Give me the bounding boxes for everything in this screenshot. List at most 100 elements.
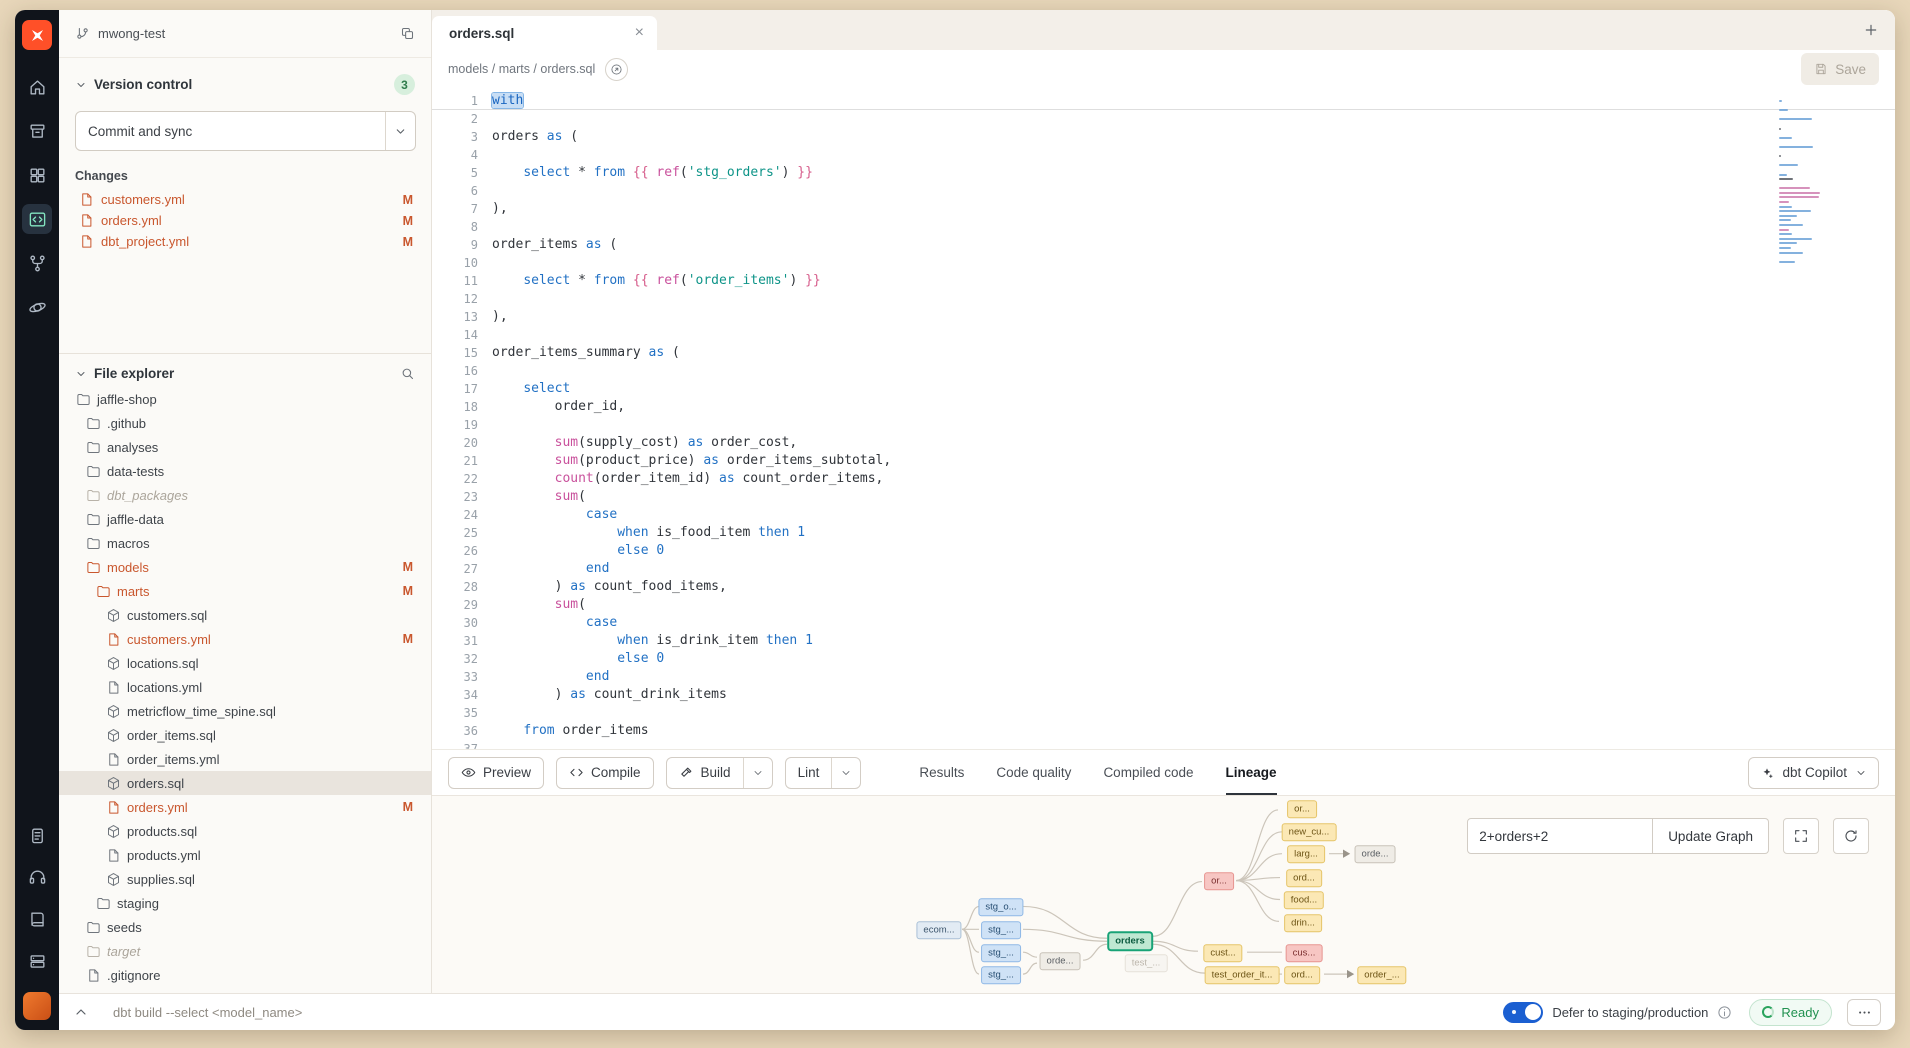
dbt-copilot-button[interactable]: dbt Copilot [1748, 757, 1879, 789]
tree-item-macros[interactable]: macros [59, 531, 431, 555]
code-line-34[interactable]: 34 ) as count_drink_items [432, 686, 1895, 704]
build-button[interactable]: Build [666, 757, 773, 789]
commit-and-sync-button[interactable]: Commit and sync [75, 111, 416, 151]
lineage-node-test_[interactable]: test_... [1125, 954, 1168, 972]
code-line-37[interactable]: 37 [432, 740, 1895, 749]
lineage-node-orders[interactable]: orders [1108, 932, 1152, 950]
lineage-node-stg_o[interactable]: stg_o... [978, 898, 1023, 916]
lineage-node-larg[interactable]: larg... [1287, 845, 1325, 863]
tree-item-orders.yml[interactable]: orders.ymlM [59, 795, 431, 819]
lineage-node-new_cu[interactable]: new_cu... [1282, 823, 1337, 841]
tree-item-dbt_packages[interactable]: dbt_packages [59, 483, 431, 507]
lineage-node-orde[interactable]: orde... [1040, 952, 1081, 970]
tree-item-metricflow_time_spine.sql[interactable]: metricflow_time_spine.sql [59, 699, 431, 723]
tree-item-jaffle-shop[interactable]: jaffle-shop [59, 387, 431, 411]
code-line-24[interactable]: 24 case [432, 506, 1895, 524]
command-input[interactable]: dbt build --select <model_name> [113, 1005, 302, 1020]
changed-file-customers.yml[interactable]: customers.ymlM [59, 189, 431, 210]
code-line-17[interactable]: 17 select [432, 380, 1895, 398]
dbt-logo[interactable] [22, 20, 52, 50]
server-icon[interactable] [22, 946, 52, 976]
code-editor[interactable]: 1with23orders as (45 select * from {{ re… [432, 88, 1895, 749]
file-explorer-header[interactable]: File explorer [59, 358, 431, 387]
code-line-21[interactable]: 21 sum(product_price) as order_items_sub… [432, 452, 1895, 470]
tree-item-products.yml[interactable]: products.yml [59, 843, 431, 867]
tree-item-marts[interactable]: martsM [59, 579, 431, 603]
refresh-button[interactable] [1833, 818, 1869, 854]
code-line-26[interactable]: 26 else 0 [432, 542, 1895, 560]
code-line-33[interactable]: 33 end [432, 668, 1895, 686]
tree-item-order_items.yml[interactable]: order_items.yml [59, 747, 431, 771]
lineage-node-stg_[interactable]: stg_... [981, 966, 1021, 984]
tree-item-locations.sql[interactable]: locations.sql [59, 651, 431, 675]
tab-compiled-code[interactable]: Compiled code [1103, 750, 1193, 795]
lineage-node-cus[interactable]: cus... [1286, 944, 1323, 962]
link-icon[interactable] [605, 58, 628, 81]
book-icon[interactable] [22, 904, 52, 934]
code-line-20[interactable]: 20 sum(supply_cost) as order_cost, [432, 434, 1895, 452]
lineage-node-or[interactable]: or... [1204, 872, 1234, 890]
copy-icon[interactable] [400, 26, 415, 41]
tree-item-customers.yml[interactable]: customers.ymlM [59, 627, 431, 651]
commit-dropdown-chevron[interactable] [385, 112, 415, 150]
code-line-9[interactable]: 9order_items as ( [432, 236, 1895, 254]
code-line-6[interactable]: 6 [432, 182, 1895, 200]
lineage-node-stg_[interactable]: stg_... [981, 944, 1021, 962]
tree-item-customers.sql[interactable]: customers.sql [59, 603, 431, 627]
info-icon[interactable] [1717, 1005, 1732, 1020]
update-graph-button[interactable]: Update Graph [1653, 818, 1769, 854]
tree-item-target[interactable]: target [59, 939, 431, 963]
code-line-14[interactable]: 14 [432, 326, 1895, 344]
tab-code-quality[interactable]: Code quality [996, 750, 1071, 795]
changed-file-orders.yml[interactable]: orders.ymlM [59, 210, 431, 231]
headset-icon[interactable] [22, 862, 52, 892]
tree-item-.github[interactable]: .github [59, 411, 431, 435]
close-icon[interactable]: × [635, 24, 644, 42]
code-line-25[interactable]: 25 when is_food_item then 1 [432, 524, 1895, 542]
code-line-36[interactable]: 36 from order_items [432, 722, 1895, 740]
code-line-13[interactable]: 13), [432, 308, 1895, 326]
lineage-node-ord[interactable]: ord... [1286, 869, 1322, 887]
lineage-panel[interactable]: ecom...stg_o...stg_...stg_...stg_...orde… [432, 795, 1895, 993]
tree-item-data-tests[interactable]: data-tests [59, 459, 431, 483]
build-dropdown-chevron[interactable] [743, 758, 772, 788]
save-button[interactable]: Save [1801, 53, 1879, 85]
code-line-31[interactable]: 31 when is_drink_item then 1 [432, 632, 1895, 650]
tree-item-.gitignore[interactable]: .gitignore [59, 963, 431, 987]
code-line-27[interactable]: 27 end [432, 560, 1895, 578]
lineage-node-drin[interactable]: drin... [1284, 914, 1322, 932]
code-line-32[interactable]: 32 else 0 [432, 650, 1895, 668]
tasks-icon[interactable] [22, 820, 52, 850]
tab-lineage[interactable]: Lineage [1226, 750, 1277, 795]
tree-item-seeds[interactable]: seeds [59, 915, 431, 939]
compile-button[interactable]: Compile [556, 757, 654, 789]
code-line-4[interactable]: 4 [432, 146, 1895, 164]
tree-item-staging[interactable]: staging [59, 891, 431, 915]
tab-orders-sql[interactable]: orders.sql × [432, 16, 657, 50]
code-line-15[interactable]: 15order_items_summary as ( [432, 344, 1895, 362]
tab-results[interactable]: Results [919, 750, 964, 795]
tree-item-models[interactable]: modelsM [59, 555, 431, 579]
code-line-1[interactable]: 1with [432, 92, 1895, 110]
tree-item-products.sql[interactable]: products.sql [59, 819, 431, 843]
minimap[interactable] [1779, 100, 1835, 270]
changed-file-dbt_project.yml[interactable]: dbt_project.ymlM [59, 231, 431, 252]
orbit-icon[interactable] [22, 292, 52, 322]
lineage-node-food[interactable]: food... [1284, 891, 1324, 909]
code-line-2[interactable]: 2 [432, 110, 1895, 128]
code-line-18[interactable]: 18 order_id, [432, 398, 1895, 416]
code-line-5[interactable]: 5 select * from {{ ref('stg_orders') }} [432, 164, 1895, 182]
tree-item-jaffle-data[interactable]: jaffle-data [59, 507, 431, 531]
code-line-12[interactable]: 12 [432, 290, 1895, 308]
fork-icon[interactable] [22, 248, 52, 278]
lineage-node-stg_[interactable]: stg_... [981, 921, 1021, 939]
code-line-3[interactable]: 3orders as ( [432, 128, 1895, 146]
fullscreen-button[interactable] [1783, 818, 1819, 854]
lineage-node-orde[interactable]: orde... [1355, 845, 1396, 863]
tree-item-order_items.sql[interactable]: order_items.sql [59, 723, 431, 747]
lineage-node-ord[interactable]: ord... [1284, 966, 1320, 984]
code-line-11[interactable]: 11 select * from {{ ref('order_items') }… [432, 272, 1895, 290]
code-line-23[interactable]: 23 sum( [432, 488, 1895, 506]
tree-item-analyses[interactable]: analyses [59, 435, 431, 459]
code-line-8[interactable]: 8 [432, 218, 1895, 236]
